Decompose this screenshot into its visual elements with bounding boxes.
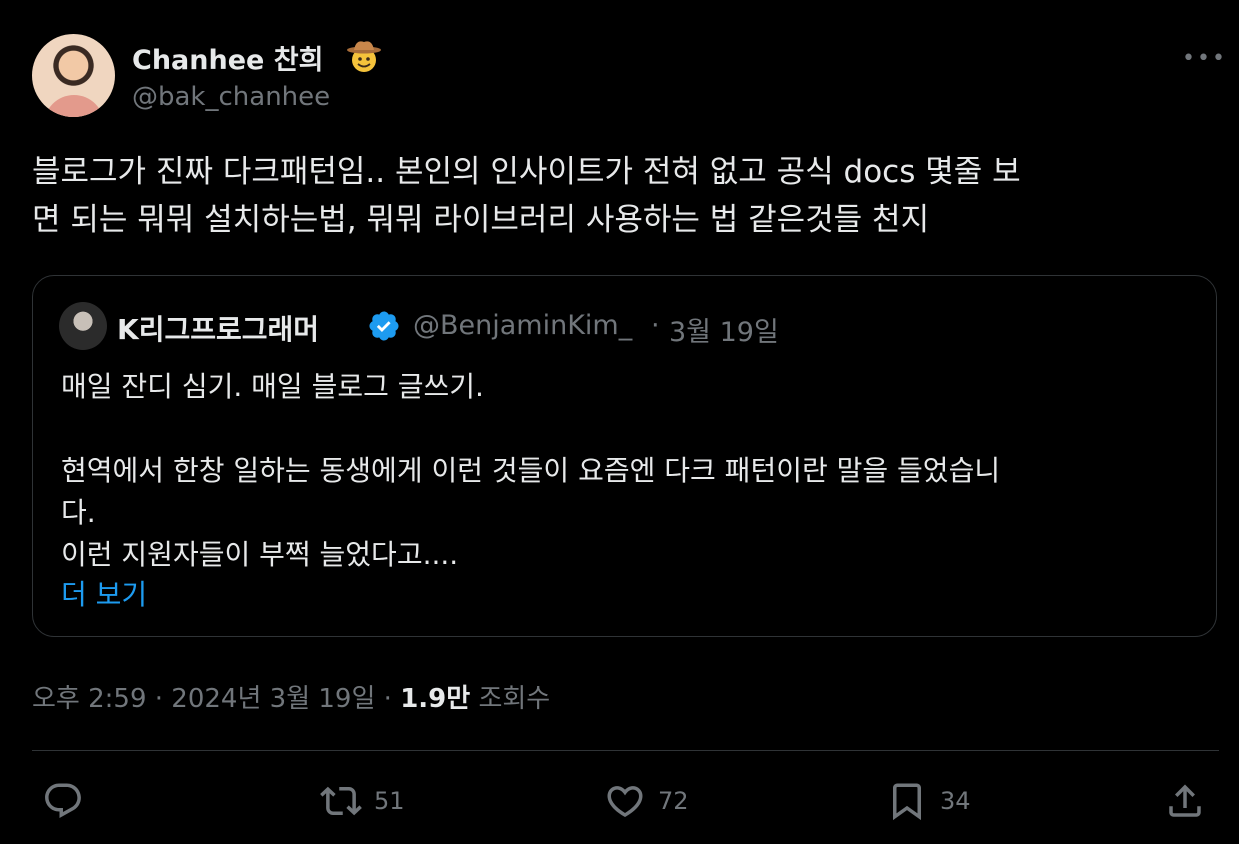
quoted-text: 매일 잔디 심기. 매일 블로그 글쓰기. 현역에서 한창 일하는 동생에게 이… xyxy=(61,370,1001,571)
retweet-button[interactable]: 51 xyxy=(320,778,405,824)
author-handle[interactable]: @bak_chanhee xyxy=(132,82,330,112)
quoted-author-avatar[interactable] xyxy=(59,302,107,350)
share-icon xyxy=(1169,784,1201,817)
reply-icon xyxy=(45,783,81,818)
author-avatar[interactable] xyxy=(32,34,115,117)
quoted-author-handle: @BenjaminKim_ xyxy=(413,310,633,341)
quoted-tweet[interactable]: K리그프로그래머 @BenjaminKim_ · 3월 19일 매일 잔디 심기… xyxy=(32,275,1217,637)
tweet-time[interactable]: 오후 2:59 xyxy=(32,684,147,714)
like-button[interactable]: 72 xyxy=(604,778,689,824)
bookmark-count: 34 xyxy=(940,787,971,815)
divider xyxy=(32,750,1219,751)
show-more-link[interactable]: 더 보기 xyxy=(61,573,147,613)
quoted-author-name: K리그프로그래머 xyxy=(117,313,320,346)
retweet-count: 51 xyxy=(374,787,405,815)
tweet-meta: 오후 2:59 · 2024년 3월 19일 · 1.9만 조회수 xyxy=(32,678,550,715)
bookmark-button[interactable]: 34 xyxy=(886,778,971,824)
view-count: 1.9만 xyxy=(400,684,471,714)
quoted-date[interactable]: 3월 19일 xyxy=(669,310,779,349)
share-button[interactable] xyxy=(1164,778,1206,824)
meta-dot: · xyxy=(154,684,164,714)
meta-dot: · xyxy=(383,684,392,714)
like-count: 72 xyxy=(658,787,689,815)
bookmark-icon xyxy=(893,783,921,821)
view-count-label: 조회수 xyxy=(478,684,551,714)
tweet-date[interactable]: 2024년 3월 19일 xyxy=(171,684,375,714)
more-options-icon[interactable]: ••• xyxy=(1182,46,1227,71)
reply-button[interactable] xyxy=(42,778,84,824)
tweet-text: 블로그가 진짜 다크패턴임.. 본인의 인사이트가 전혀 없고 공식 docs … xyxy=(32,154,1021,238)
cowboy-face-icon xyxy=(347,41,381,72)
verified-badge-icon xyxy=(369,311,399,341)
heart-icon xyxy=(607,786,643,818)
author-display-name[interactable]: Chanhee 찬희 xyxy=(132,38,323,77)
retweet-icon xyxy=(320,786,362,816)
quoted-separator: · xyxy=(651,310,660,341)
